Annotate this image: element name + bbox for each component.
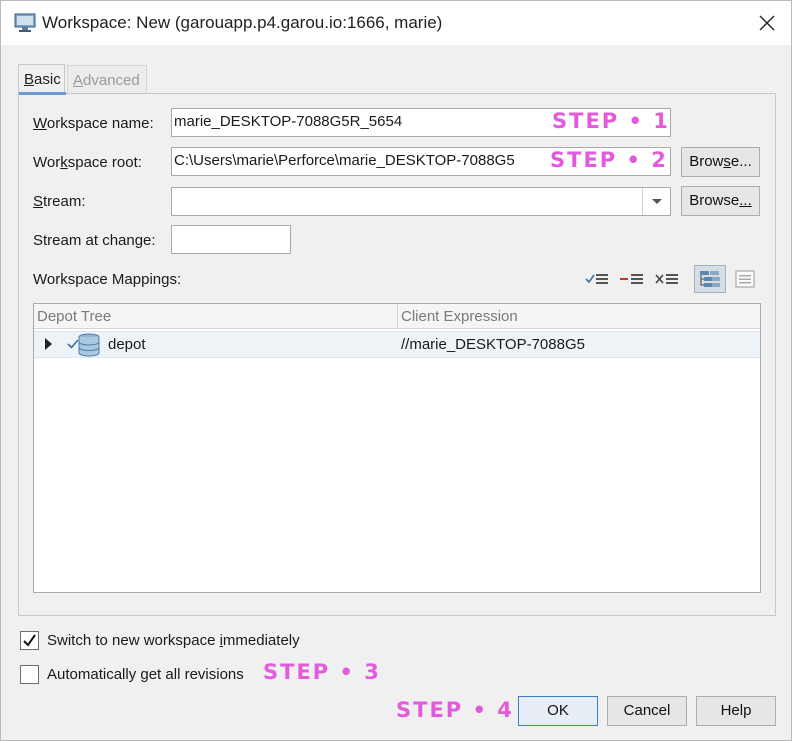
title-bar: Workspace: New (garouapp.p4.garou.io:166… [1,1,791,45]
stream-label-mnemonic: S [33,193,44,210]
workspace-root-label-pre: Wor [33,154,61,171]
tab-advanced-mnemonic: A [73,72,84,89]
clear-tree-icon[interactable] [654,269,680,289]
get-revisions-label[interactable]: Automatically get all revisions [47,666,244,683]
stream-at-change-input[interactable] [171,225,291,254]
workspace-root-label-mnemonic: k [60,154,68,171]
text-view-icon[interactable] [733,269,759,289]
get-revisions-mnemonic: g [140,666,149,683]
workspace-name-label-mnemonic: W [33,115,47,132]
workspace-name-value: marie_DESKTOP-7088G5R_5654 [174,113,403,130]
stream-at-change-label: Stream at change: [33,232,156,249]
tab-basic-label: asic [34,71,61,88]
tab-basic-mnemonic: B [24,71,35,88]
depot-database-icon [78,333,100,357]
tab-basic[interactable]: Basic [18,64,66,95]
mappings-table[interactable]: Depot Tree Client Expression depot //mar… [33,303,761,593]
tree-view-icon [700,271,720,287]
tab-advanced-label: dvanced [83,72,140,89]
chevron-down-icon [652,198,662,204]
tree-view-toggle[interactable] [694,265,726,293]
client-expression-value: //marie_DESKTOP-7088G5 [401,336,585,353]
browse-root-mnemonic: s [723,153,731,170]
tab-advanced[interactable]: Advanced [67,65,147,93]
close-icon [759,15,775,31]
include-tree-icon[interactable] [584,269,610,289]
workspace-monitor-icon [14,13,36,32]
checkmark-icon [23,634,36,647]
cancel-button[interactable]: Cancel [607,696,687,726]
workspace-dialog: Workspace: New (garouapp.p4.garou.io:166… [0,0,792,741]
switch-workspace-label-rest: mmediately [222,632,300,649]
workspace-mappings-label: Workspace Mappings: [33,271,182,288]
step-4-annotation: STEP • 4 [396,698,514,722]
get-revisions-checkbox[interactable] [20,665,39,684]
stream-combobox[interactable] [171,187,671,216]
get-revisions-label-rest: et all revisions [148,666,244,683]
step-3-annotation: STEP • 3 [263,660,381,684]
get-revisions-label-pre: Automatically [47,666,141,683]
table-row[interactable]: depot //marie_DESKTOP-7088G5 [34,331,760,358]
active-tab-indicator [19,92,66,95]
switch-workspace-checkbox[interactable] [20,631,39,650]
workspace-name-label: Workspace name: [33,115,154,132]
step-2-annotation: STEP • 2 [550,148,668,172]
workspace-root-label-text: space root: [67,154,142,171]
exclude-tree-icon[interactable] [619,269,645,289]
expand-arrow-icon[interactable] [44,338,53,350]
workspace-root-browse-button[interactable]: Browse... [681,147,760,177]
switch-workspace-label[interactable]: Switch to new workspace immediately [47,632,300,649]
browse-root-label-pre: Brow [689,153,724,170]
ok-button[interactable]: OK [518,696,598,726]
workspace-root-value: C:\Users\marie\Perforce\marie_DESKTOP-70… [174,152,515,169]
stream-label: Stream: [33,193,86,210]
browse-root-label-rest: e... [730,153,752,170]
stream-browse-button[interactable]: Browse... [681,186,760,216]
stream-dropdown-toggle[interactable] [642,188,671,215]
column-header-client-expression[interactable]: Client Expression [398,304,760,329]
window-title: Workspace: New (garouapp.p4.garou.io:166… [42,13,443,32]
close-button[interactable] [745,5,789,41]
browse-stream-label-pre: Browse [689,192,740,209]
column-header-depot-tree[interactable]: Depot Tree [34,304,398,329]
switch-workspace-label-pre: Switch to new workspace [47,632,220,649]
stream-label-text: tream: [43,193,86,210]
step-1-annotation: STEP • 1 [552,109,670,133]
depot-name: depot [108,336,146,353]
workspace-name-label-text: orkspace name: [46,115,154,132]
browse-stream-label-tail: ... [739,192,752,209]
help-button[interactable]: Help [696,696,776,726]
workspace-root-label: Workspace root: [33,154,142,171]
